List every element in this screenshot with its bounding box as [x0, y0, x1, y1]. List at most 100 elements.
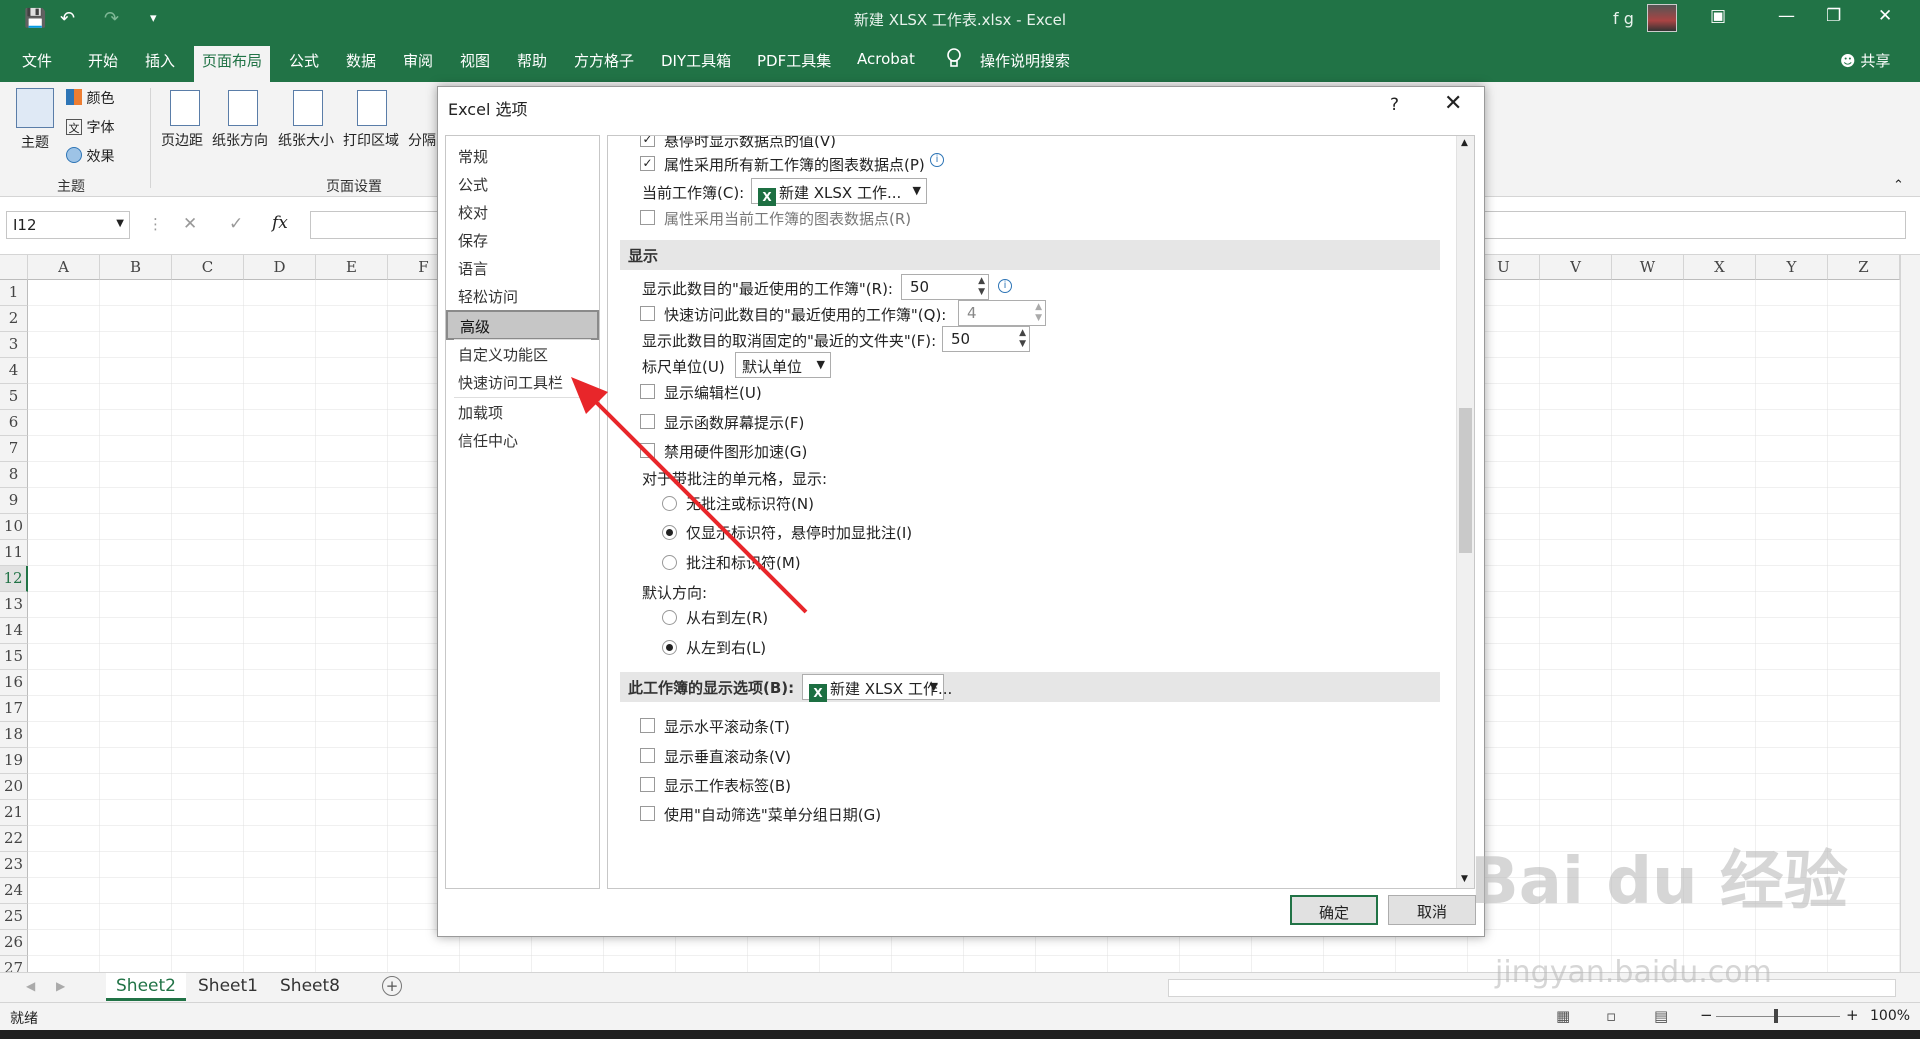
row-header[interactable]: 19	[0, 748, 28, 774]
row-header[interactable]: 9	[0, 488, 28, 514]
checkbox-formula-bar[interactable]	[640, 384, 655, 399]
row-header[interactable]: 23	[0, 852, 28, 878]
category-advanced[interactable]: 高级	[446, 310, 599, 340]
tab-diy[interactable]: DIY工具箱	[661, 50, 731, 71]
column-header[interactable]: Y	[1756, 255, 1828, 280]
minimize-icon[interactable]: —	[1778, 6, 1795, 26]
collapse-ribbon-icon[interactable]: ⌃	[1893, 178, 1904, 193]
tab-insert[interactable]: 插入	[145, 50, 175, 71]
name-box[interactable]: I12 ▼	[6, 211, 130, 239]
category-accessibility[interactable]: 轻松访问	[446, 282, 599, 312]
tab-pdf[interactable]: PDF工具集	[757, 50, 831, 71]
avatar[interactable]	[1647, 4, 1677, 32]
row-header[interactable]: 13	[0, 592, 28, 618]
row-header[interactable]: 17	[0, 696, 28, 722]
scroll-down-icon[interactable]: ▼	[1461, 874, 1468, 884]
row-header[interactable]: 24	[0, 878, 28, 904]
checkbox-quick-access[interactable]	[640, 306, 655, 321]
close-window-icon[interactable]: ✕	[1878, 6, 1892, 26]
checkbox-hscroll[interactable]	[640, 718, 655, 733]
breaks-button[interactable]: 分隔	[408, 130, 436, 150]
scroll-up-icon[interactable]: ▲	[1461, 138, 1468, 148]
ok-button[interactable]: 确定	[1290, 895, 1378, 925]
row-header[interactable]: 3	[0, 332, 28, 358]
checkbox-hw-accel[interactable]	[640, 443, 655, 458]
add-sheet-icon[interactable]: +	[382, 976, 402, 996]
checkbox-hover-values[interactable]: ✓	[640, 136, 655, 147]
checkbox-props-all-new[interactable]: ✓	[640, 156, 655, 171]
radio-indicators-only[interactable]	[662, 525, 677, 540]
spin-up-icon[interactable]: ▲	[978, 276, 985, 286]
tab-fangfang[interactable]: 方方格子	[574, 50, 634, 71]
insert-function-icon[interactable]: fx	[272, 213, 288, 233]
zoom-slider-thumb[interactable]	[1774, 1009, 1778, 1023]
row-header[interactable]: 11	[0, 540, 28, 566]
tell-me-search[interactable]: 操作说明搜索	[980, 50, 1070, 71]
restore-icon[interactable]: ❐	[1826, 6, 1841, 26]
tab-home[interactable]: 开始	[88, 50, 118, 71]
spin-up-icon[interactable]: ▲	[1035, 302, 1042, 312]
size-icon[interactable]	[293, 90, 323, 126]
radio-rtl[interactable]	[662, 610, 677, 625]
vertical-scrollbar[interactable]	[1900, 255, 1920, 972]
checkbox-group-dates[interactable]	[640, 806, 655, 821]
ribbon-display-icon[interactable]: ▣	[1710, 6, 1726, 26]
row-header[interactable]: 10	[0, 514, 28, 540]
spin-up-icon[interactable]: ▲	[1019, 328, 1026, 338]
checkbox-vscroll[interactable]	[640, 748, 655, 763]
effects-button[interactable]: 效果	[66, 146, 114, 166]
cancel-button[interactable]: 取消	[1388, 895, 1476, 925]
column-header[interactable]: D	[244, 255, 316, 280]
row-header[interactable]: 14	[0, 618, 28, 644]
tab-file[interactable]: 文件	[22, 50, 52, 71]
category-general[interactable]: 常规	[446, 142, 599, 172]
margins-icon[interactable]	[170, 90, 200, 126]
theme-icon[interactable]	[16, 88, 54, 128]
quick-access-spinner[interactable]: 4 ▲ ▼	[958, 300, 1046, 326]
page-layout-view-icon[interactable]: ▫	[1606, 1007, 1616, 1025]
radio-ltr[interactable]	[662, 640, 677, 655]
tab-page-layout[interactable]: 页面布局	[194, 46, 271, 82]
recent-wb-spinner[interactable]: 50 ▲ ▼	[901, 274, 989, 300]
page-break-view-icon[interactable]: ▤	[1654, 1007, 1668, 1025]
zoom-level[interactable]: 100%	[1870, 1008, 1910, 1024]
print-area-button[interactable]: 打印区域	[343, 130, 399, 150]
row-header[interactable]: 21	[0, 800, 28, 826]
colors-button[interactable]: 颜色	[66, 88, 114, 108]
size-button[interactable]: 纸张大小	[278, 130, 334, 150]
row-header[interactable]: 22	[0, 826, 28, 852]
options-scrollbar[interactable]: ▲ ▼	[1456, 136, 1474, 888]
tab-data[interactable]: 数据	[346, 50, 376, 71]
checkbox-props-current[interactable]	[640, 210, 655, 225]
row-header[interactable]: 12	[0, 566, 28, 592]
next-sheet-icon[interactable]: ▶	[56, 979, 65, 993]
category-save[interactable]: 保存	[446, 226, 599, 256]
row-header[interactable]: 15	[0, 644, 28, 670]
orientation-icon[interactable]	[228, 90, 258, 126]
row-header[interactable]: 20	[0, 774, 28, 800]
row-header[interactable]: 26	[0, 930, 28, 956]
wb-display-dropdown[interactable]: X 新建 XLSX 工作... ▼	[802, 674, 952, 702]
column-header[interactable]: A	[28, 255, 100, 280]
category-customize-ribbon[interactable]: 自定义功能区	[446, 340, 599, 370]
chevron-down-icon[interactable]: ▼	[116, 218, 124, 229]
sheet-tab[interactable]: Sheet1	[188, 973, 268, 1001]
column-header[interactable]: V	[1540, 255, 1612, 280]
checkbox-sheet-tabs[interactable]	[640, 777, 655, 792]
spin-down-icon[interactable]: ▼	[1019, 339, 1026, 349]
scrollbar-thumb[interactable]	[1459, 408, 1472, 553]
tab-help[interactable]: 帮助	[517, 50, 547, 71]
help-icon[interactable]: ?	[1390, 95, 1399, 115]
column-header[interactable]: Z	[1828, 255, 1900, 280]
category-formulas[interactable]: 公式	[446, 170, 599, 200]
zoom-in-icon[interactable]: +	[1846, 1006, 1859, 1024]
category-trust-center[interactable]: 信任中心	[446, 426, 599, 456]
row-header[interactable]: 1	[0, 280, 28, 306]
tab-formulas[interactable]: 公式	[289, 50, 319, 71]
tab-review[interactable]: 审阅	[403, 50, 433, 71]
column-header[interactable]: E	[316, 255, 388, 280]
tab-view[interactable]: 视图	[460, 50, 490, 71]
current-wb-dropdown[interactable]: X 新建 XLSX 工作... ▼	[751, 178, 927, 206]
tab-acrobat[interactable]: Acrobat	[857, 50, 915, 68]
column-header[interactable]: X	[1684, 255, 1756, 280]
